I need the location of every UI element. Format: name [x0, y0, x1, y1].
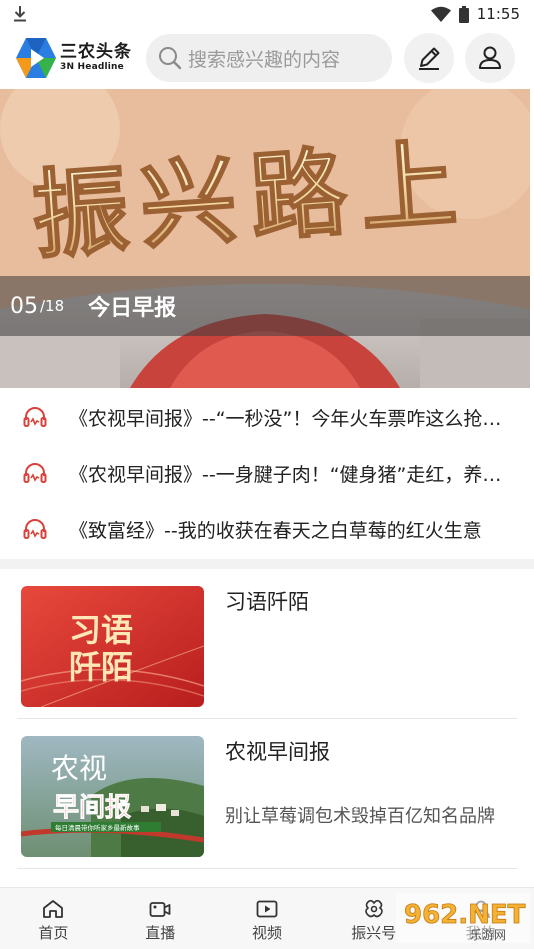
- download-icon: [14, 6, 26, 22]
- audio-item[interactable]: 《农视早间报》--“一秒没”！今年火车票咋这么抢手？: [0, 389, 534, 445]
- thumb-caption: 每日清晨带你听家乡最新故事: [55, 823, 140, 832]
- search-bar[interactable]: 搜索感兴趣的内容: [146, 34, 392, 82]
- wifi-icon: [430, 6, 451, 22]
- edit-button[interactable]: [404, 33, 454, 83]
- watermark: 962.NET 乐游网: [396, 893, 530, 943]
- status-time: 11:55: [476, 5, 520, 23]
- thumb-text-line-2: 阡陌: [69, 648, 133, 686]
- audio-item-title: 《农视早间报》--一身腱子肉！“健身猪”走红，养猪场里的: [69, 463, 513, 486]
- banner-image: 振 兴 路 上: [0, 89, 530, 388]
- news-subtitle: 别让草莓调包术毁掉百亿知名品牌: [225, 806, 495, 827]
- logo-icon: [16, 38, 56, 78]
- banner-art-char-2: 兴: [137, 144, 241, 262]
- news-thumbnail: 习语 阡陌: [21, 586, 204, 707]
- battery-icon: [458, 5, 469, 23]
- banner-carousel[interactable]: 振 兴 路 上 05 /18 今日早报: [0, 89, 530, 388]
- banner-caption: 05 /18 今日早报: [0, 276, 530, 336]
- watermark-text: 962.NET: [404, 900, 526, 930]
- banner-index: 05: [10, 293, 38, 319]
- news-item[interactable]: 习语 阡陌 习语阡陌: [17, 569, 517, 719]
- live-icon: [149, 902, 171, 917]
- banner-title: 今日早报: [88, 296, 177, 321]
- logo-tagline: 3N Headline: [60, 62, 124, 72]
- headphones-icon: [23, 519, 47, 539]
- audio-item-title: 《农视早间报》--“一秒没”！今年火车票咋这么抢手？: [69, 407, 513, 430]
- thumb-text-line-1: 习语: [69, 611, 133, 649]
- banner-art-char-1: 振: [29, 154, 133, 272]
- nav-live-label: 直播: [145, 924, 176, 942]
- headphones-icon: [23, 463, 47, 483]
- news-thumbnail: 农视 早间报 每日清晨带你听家乡最新故事: [21, 736, 204, 857]
- video-icon: [256, 900, 278, 918]
- news-title: 农视早间报: [225, 740, 330, 764]
- status-bar: 11:55: [0, 0, 534, 28]
- nav-video-label: 视频: [251, 924, 282, 942]
- app-header: 三农头条 3N Headline 搜索感兴趣的内容: [0, 28, 534, 88]
- thumb-text-line-2: 早间报: [53, 792, 131, 823]
- nav-video[interactable]: 视频: [214, 888, 321, 949]
- news-item[interactable]: 农视 早间报 每日清晨带你听家乡最新故事 农视早间报 别让草莓调包术毁掉百亿知名…: [17, 719, 517, 869]
- section-divider: [0, 559, 534, 569]
- thumb-text-line-1: 农视: [51, 752, 107, 785]
- audio-item[interactable]: 《致富经》--我的收获在春天之白草莓的红火生意: [0, 501, 534, 557]
- edit-icon: [419, 47, 440, 70]
- audio-news-list: 《农视早间报》--“一秒没”！今年火车票咋这么抢手？ 《农视早间报》--一身腱子…: [0, 389, 534, 557]
- home-icon: [43, 900, 64, 918]
- banner-art-char-3: 路: [247, 136, 352, 254]
- banner-art-char-4: 上: [356, 128, 460, 246]
- app-logo[interactable]: 三农头条 3N Headline: [16, 37, 144, 79]
- user-button[interactable]: [465, 33, 515, 83]
- headphones-icon: [23, 407, 47, 427]
- search-icon: [159, 47, 182, 70]
- audio-item-title: 《致富经》--我的收获在春天之白草莓的红火生意: [69, 519, 482, 542]
- nav-live[interactable]: 直播: [107, 888, 214, 949]
- news-title: 习语阡陌: [225, 590, 309, 614]
- watermark-sub: 乐游网: [470, 928, 506, 942]
- nav-revitalize-label: 振兴号: [351, 924, 397, 942]
- user-icon: [479, 46, 501, 69]
- banner-total: /18: [40, 297, 65, 315]
- audio-item[interactable]: 《农视早间报》--一身腱子肉！“健身猪”走红，养猪场里的: [0, 445, 534, 501]
- revitalize-icon: [364, 899, 383, 918]
- nav-home-label: 首页: [38, 924, 69, 942]
- search-placeholder: 搜索感兴趣的内容: [188, 48, 341, 71]
- logo-name: 三农头条: [60, 42, 132, 62]
- nav-home[interactable]: 首页: [0, 888, 107, 949]
